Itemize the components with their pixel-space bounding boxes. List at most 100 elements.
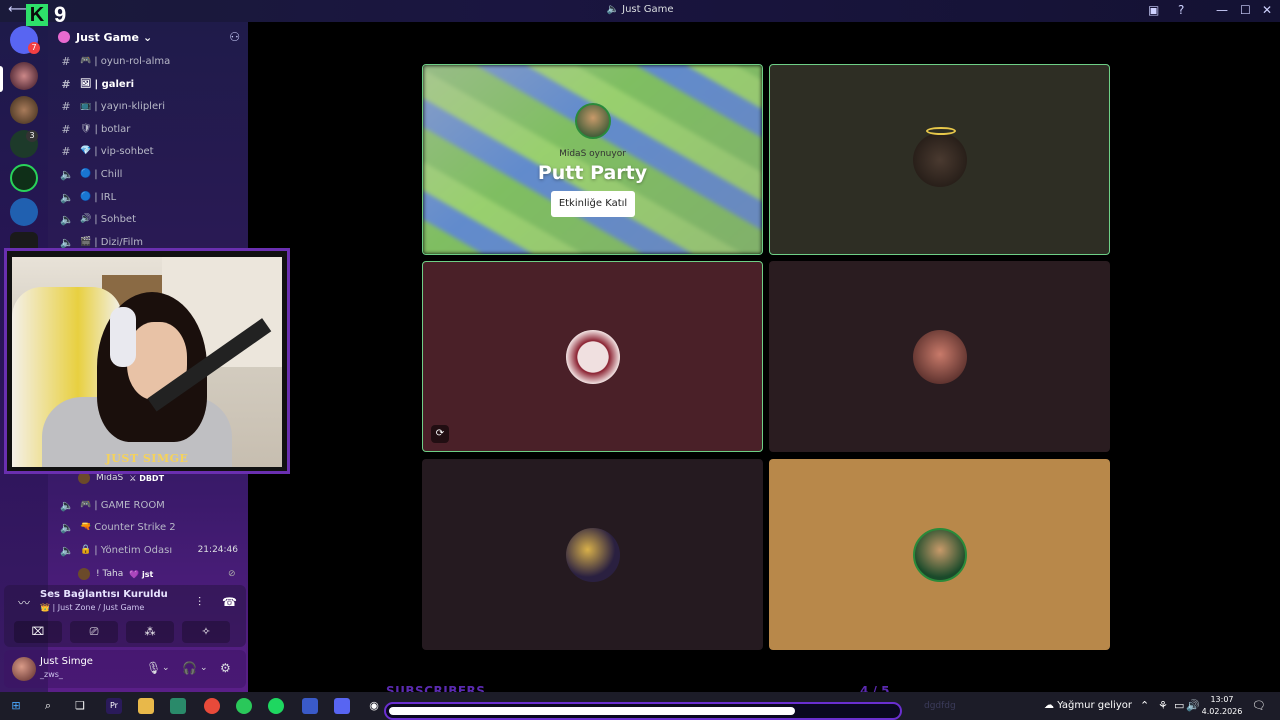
activity-host: MidaS oynuyor	[559, 149, 626, 159]
activities-button[interactable]: ⁂	[126, 621, 174, 643]
soundboard-button[interactable]: ✧	[182, 621, 230, 643]
clock-time[interactable]: 13:07	[1204, 695, 1240, 704]
channel-label: | Chill	[94, 168, 123, 180]
hash-icon: #	[61, 99, 71, 113]
member-tag: ⚔ DBDT	[129, 473, 165, 483]
speaker-icon: 🔈	[60, 235, 74, 249]
channel-label: | yayın-klipleri	[94, 100, 165, 112]
inbox-icon[interactable]: ▣	[1148, 3, 1159, 17]
channel-vip-sohbet[interactable]: # 💎 | vip-sohbet	[48, 140, 248, 162]
channel-emoji: 🎬	[80, 237, 92, 247]
close-icon[interactable]: ✕	[1262, 3, 1272, 17]
chevron-down-icon[interactable]: ⌄	[200, 663, 208, 673]
channel-label: | vip-sohbet	[94, 145, 154, 157]
channel-emoji: 🖼	[80, 79, 92, 89]
premiere-icon[interactable]: Pr	[106, 698, 122, 714]
channel-label: | oyun-rol-alma	[94, 55, 171, 67]
voice-location: 👑 | Just Zone / Just Game	[40, 603, 145, 612]
activity-tile[interactable]: MidaS oynuyor Putt Party Etkinliğe Katıl	[422, 64, 763, 255]
search-icon[interactable]: ⌕	[40, 698, 56, 714]
headphones-icon[interactable]: 🎧	[182, 661, 197, 675]
participant-avatar	[912, 329, 967, 384]
weather-widget[interactable]: ☁ Yağmur geliyor	[1044, 700, 1132, 711]
channel-counter-strike[interactable]: 🔈 🔫 Counter Strike 2	[48, 516, 248, 538]
tray-icon[interactable]: ⚘	[1158, 699, 1168, 712]
channel-botlar[interactable]: # 🛡 | botlar	[48, 118, 248, 140]
server-icon-mobile[interactable]	[10, 198, 38, 226]
noise-suppression-icon[interactable]: ⫶	[198, 595, 201, 610]
app-icon[interactable]	[302, 698, 318, 714]
chevron-down-icon: ⌄	[142, 30, 153, 44]
participant-avatar	[912, 527, 967, 582]
channel-label: | GAME ROOM	[94, 499, 165, 511]
speaker-icon: 🔈	[60, 498, 74, 512]
chevron-down-icon[interactable]: ⌄	[162, 663, 170, 673]
screen-share-button[interactable]: ⎚	[70, 621, 118, 643]
participant-avatar	[565, 329, 620, 384]
camera-off-button[interactable]: ⌧	[14, 621, 62, 643]
folder-icon[interactable]	[138, 698, 154, 714]
add-member-icon[interactable]: ⚇	[229, 30, 240, 44]
subscribers-progress-fill	[389, 707, 795, 715]
channel-irl[interactable]: 🔈 🔵 | IRL	[48, 186, 248, 208]
network-icon[interactable]: ▭	[1174, 699, 1184, 712]
store-icon[interactable]	[170, 698, 186, 714]
participant-tile-midas[interactable]	[769, 459, 1110, 650]
discord-taskbar-icon[interactable]	[334, 698, 350, 714]
channel-game-room[interactable]: 🔈 🎮 | GAME ROOM	[48, 494, 248, 516]
member-tag: 💜 jst	[129, 569, 154, 579]
whatsapp-icon[interactable]	[236, 698, 252, 714]
spotify-icon[interactable]	[268, 698, 284, 714]
channel-label: Counter Strike 2	[94, 521, 176, 533]
help-icon[interactable]: ?	[1178, 3, 1184, 17]
channel-chill[interactable]: 🔈 🔵 | Chill	[48, 163, 248, 185]
server-icon-green-h[interactable]	[10, 164, 38, 192]
minimize-icon[interactable]: —	[1216, 3, 1228, 17]
member-name: ! Taha	[96, 569, 124, 579]
subscribers-progress-bar	[384, 702, 902, 720]
user-avatar[interactable]	[12, 657, 36, 681]
activity-background	[423, 65, 762, 254]
channel-emoji: 💎	[80, 146, 92, 156]
participant-tile-santa[interactable]: ⟳	[422, 261, 763, 452]
channel-galeri[interactable]: # 🖼 | galeri	[48, 73, 248, 95]
chrome-icon[interactable]	[204, 698, 220, 714]
server-avatar-icon	[58, 31, 70, 43]
server-icon-justgame[interactable]	[10, 62, 38, 90]
speaker-icon: 🔈	[60, 520, 74, 534]
member-name: MidaS	[96, 473, 124, 483]
maximize-icon[interactable]: ☐	[1240, 3, 1251, 17]
hash-icon: #	[61, 54, 71, 68]
channel-yonetim[interactable]: 🔈 🔒 | Yönetim Odası 21:24:46	[48, 539, 248, 561]
server-name: Just Game	[76, 30, 139, 44]
join-activity-button[interactable]: Etkinliğe Katıl	[551, 191, 635, 217]
speaker-icon: 🔈	[60, 190, 74, 204]
obs-icon[interactable]: ◉	[366, 698, 382, 714]
windows-start-icon[interactable]: ⊞	[8, 698, 24, 714]
voice-member-taha[interactable]: ! Taha 💜 jst ⊘	[78, 568, 236, 580]
screen-share-icon: ⟳	[431, 425, 449, 443]
notifications-icon[interactable]: 🗨	[1252, 699, 1266, 712]
participant-tile-girl[interactable]	[769, 261, 1110, 452]
tray-chevron-icon[interactable]: ⌃	[1140, 699, 1149, 712]
clock-date[interactable]: 4.02.2026	[1200, 707, 1244, 716]
channel-label: | IRL	[94, 191, 117, 203]
logo-number: 9	[54, 2, 67, 27]
channel-label: | Dizi/Film	[94, 236, 143, 248]
volume-icon[interactable]: 🔊	[1186, 699, 1200, 712]
channel-yayin-klipleri[interactable]: # 📺 | yayın-klipleri	[48, 95, 248, 117]
participant-tile-halo[interactable]	[769, 64, 1110, 255]
task-view-icon[interactable]: ❏	[72, 698, 88, 714]
server-icon-2[interactable]	[10, 96, 38, 124]
server-badge: 3	[26, 130, 38, 142]
server-header[interactable]: Just Game ⌄ ⚇	[48, 22, 248, 52]
kick-logo: K	[26, 4, 48, 26]
hidden-text: dgdfdg	[924, 701, 956, 711]
disconnect-icon[interactable]: ☎	[222, 595, 237, 609]
hash-icon: #	[61, 144, 71, 158]
settings-gear-icon[interactable]: ⚙	[220, 661, 231, 675]
participant-tile-moon[interactable]	[422, 459, 763, 650]
channel-sohbet[interactable]: 🔈 🔊 | Sohbet	[48, 208, 248, 230]
microphone-icon[interactable]: 🎙	[146, 661, 161, 675]
channel-oyun-rol-alma[interactable]: # 🎮 | oyun-rol-alma	[48, 50, 248, 72]
